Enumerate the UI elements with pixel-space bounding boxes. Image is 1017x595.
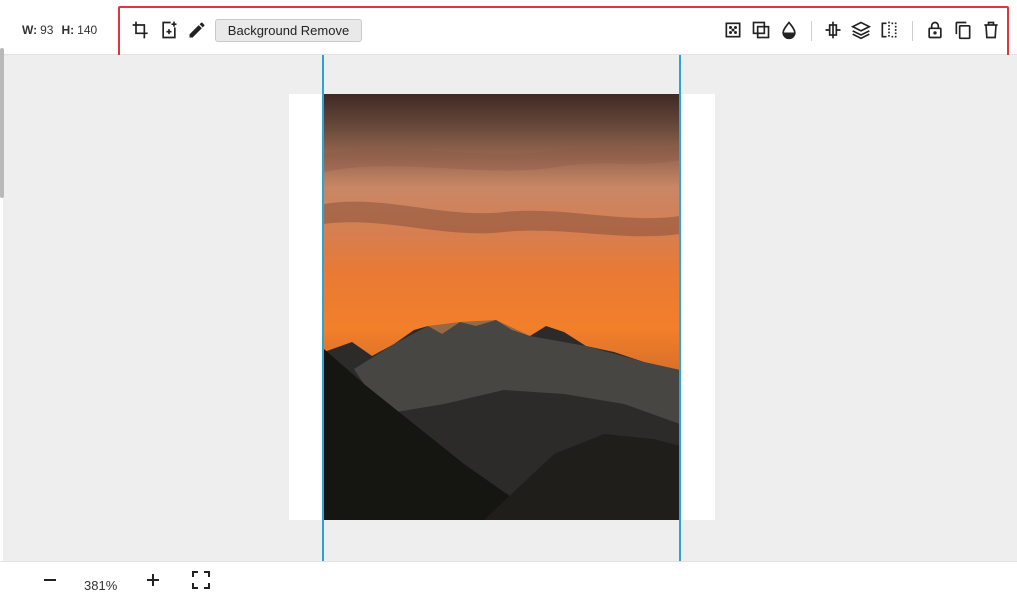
zoom-in-icon[interactable] — [143, 570, 163, 590]
selected-photo[interactable] — [324, 94, 680, 520]
zoom-out-icon[interactable] — [40, 570, 60, 590]
fullscreen-icon[interactable] — [191, 570, 211, 590]
right-guide-line[interactable] — [679, 55, 681, 561]
dimensions-readout: W: 93 H: 140 — [22, 23, 97, 37]
top-toolbar: W: 93 H: 140 Background Remove — [0, 0, 1017, 58]
height-readout: H: 140 — [61, 23, 98, 37]
mountain-sunset-image — [324, 94, 680, 520]
width-readout: W: 93 — [22, 23, 54, 37]
left-guide-line[interactable] — [322, 55, 324, 561]
toolbar-highlight — [118, 6, 1009, 58]
zoom-level: 381% — [84, 578, 118, 593]
bottom-zoom-bar: 381% — [0, 561, 1017, 595]
vertical-scrollbar[interactable] — [0, 48, 4, 198]
